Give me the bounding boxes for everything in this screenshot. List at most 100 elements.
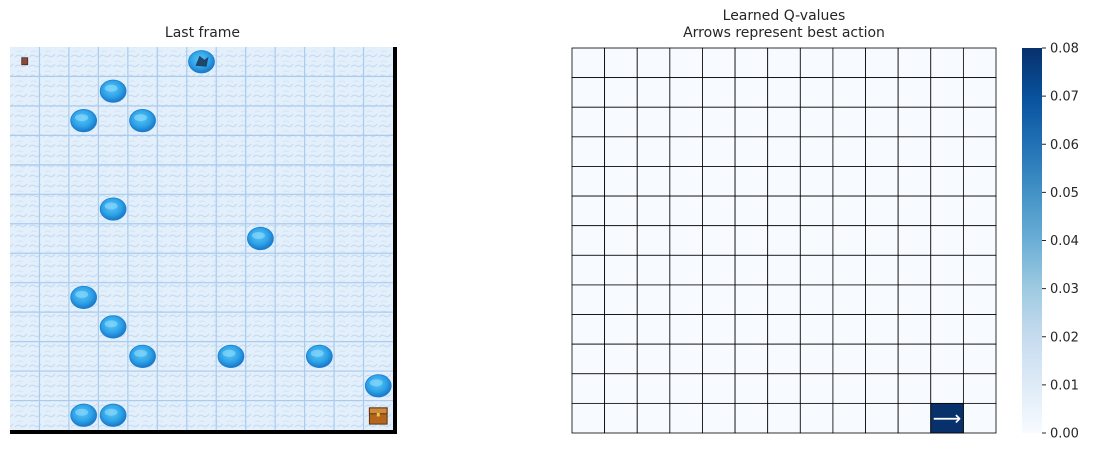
- heatmap-cell: [734, 254, 769, 286]
- heatmap-cell: [962, 343, 997, 375]
- hole-highlight: [251, 231, 265, 240]
- heatmap-cell: [571, 373, 606, 404]
- colorbar-tick-label: 0.06: [1050, 138, 1079, 153]
- heatmap-cell: [897, 136, 932, 167]
- heatmap-cell: [897, 373, 932, 404]
- heatmap-cell: [636, 136, 671, 167]
- heatmap-cell: [865, 195, 899, 227]
- heatmap-cell: [962, 254, 997, 286]
- heatmap-cell: [767, 314, 801, 345]
- heatmap-cell: [865, 47, 899, 79]
- colorbar-tick-label: 0.01: [1050, 378, 1079, 393]
- hole-highlight: [222, 349, 236, 357]
- heatmap-cell: [865, 373, 899, 404]
- heatmap-cell: [571, 47, 606, 79]
- heatmap-cell: [767, 77, 801, 108]
- heatmap-cell: [767, 166, 801, 197]
- heatmap-cell: [604, 77, 638, 108]
- heatmap-cell: [962, 195, 997, 227]
- heatmap-cell: [604, 402, 638, 434]
- heatmap-cell: [604, 284, 638, 315]
- heatmap-cell: [669, 225, 703, 256]
- heatmap-cell: [604, 373, 638, 404]
- start-marker-icon: [21, 57, 29, 66]
- colorbar-tick-label: 0.02: [1050, 330, 1079, 345]
- heatmap-cell: [930, 195, 964, 227]
- heatmap-cell: [669, 314, 703, 345]
- hole-highlight: [75, 408, 89, 416]
- hole-highlight: [75, 290, 89, 298]
- heatmap-cell: [930, 106, 964, 138]
- heatmap-cell: [799, 166, 834, 197]
- q-value-heatmap: ⟶: [571, 47, 997, 434]
- heatmap-cell: [767, 254, 801, 286]
- heatmap-cell: [571, 106, 606, 138]
- hole-highlight: [104, 202, 118, 210]
- colorbar-tick-label: 0.04: [1050, 234, 1079, 249]
- hole-highlight: [75, 114, 89, 122]
- heatmap-cell: [799, 195, 834, 227]
- heatmap-cell: [734, 77, 769, 108]
- heatmap-cell: [604, 343, 638, 375]
- heatmap-cell: [734, 343, 769, 375]
- heatmap-cell: [571, 254, 606, 286]
- heatmap-cell: [636, 343, 671, 375]
- hole-highlight: [104, 84, 118, 92]
- heatmap-cell: [865, 343, 899, 375]
- figure-canvas: ⟶ 0.00 0.01 0.02 0.03 0.04 0.05 0.06 0.07 0.08: [10, 42, 1079, 442]
- heatmap-cell: [832, 166, 866, 197]
- heatmap-cell: [865, 254, 899, 286]
- heatmap-cell: [930, 343, 964, 375]
- ice-background: [10, 47, 393, 430]
- heatmap-cell: [669, 77, 703, 108]
- heatmap-cell: [734, 166, 769, 197]
- heatmap-cell: [702, 195, 736, 227]
- heatmap-cell: [636, 254, 671, 286]
- heatmap-cell: [799, 136, 834, 167]
- heatmap-cell: [865, 284, 899, 315]
- heatmap-cell: [832, 254, 866, 286]
- heatmap-cell: [767, 47, 801, 79]
- heatmap-cell: [734, 225, 769, 256]
- colorbar-tick-label: 0.00: [1050, 427, 1079, 442]
- heatmap-cell: [767, 284, 801, 315]
- heatmap-cell: [832, 225, 866, 256]
- heatmap-cell: [832, 373, 866, 404]
- heatmap-cell: [702, 343, 736, 375]
- hole-highlight: [134, 349, 148, 357]
- heatmap-cell: [636, 225, 671, 256]
- heatmap-cell: [702, 136, 736, 167]
- heatmap-cell: [930, 77, 964, 108]
- heatmap-cell: [702, 106, 736, 138]
- heatmap-cell: [734, 47, 769, 79]
- heatmap-cell: [734, 402, 769, 434]
- heatmap-cell: [702, 373, 736, 404]
- colorbar-tick-label: 0.08: [1050, 42, 1079, 57]
- heatmap-cell: [930, 225, 964, 256]
- frame-border-right: [393, 47, 397, 434]
- colorbar-gradient: [1022, 48, 1042, 433]
- heatmap-cell: [865, 106, 899, 138]
- heatmap-cell: [767, 195, 801, 227]
- heatmap-cell: [669, 373, 703, 404]
- heatmap-cell: [702, 284, 736, 315]
- heatmap-cell: [930, 373, 964, 404]
- heatmap-cell: [734, 284, 769, 315]
- heatmap-cell: [604, 106, 638, 138]
- heatmap-cell: [571, 77, 606, 108]
- heatmap-cell: [897, 106, 932, 138]
- heatmap-cell: [571, 284, 606, 315]
- heatmap-cell: [571, 225, 606, 256]
- heatmap-cell: [734, 195, 769, 227]
- colorbar-tick-label: 0.07: [1050, 90, 1079, 105]
- best-action-arrow: ⟶: [933, 406, 962, 430]
- heatmap-cell: [897, 47, 932, 79]
- heatmap-cell: [767, 343, 801, 375]
- heatmap-cell: [962, 314, 997, 345]
- heatmap-cell: [865, 225, 899, 256]
- heatmap-cell: [571, 402, 606, 434]
- heatmap-cell: [962, 402, 997, 434]
- colorbar-tick-label: 0.03: [1050, 282, 1079, 297]
- heatmap-cell: [962, 106, 997, 138]
- heatmap-cell: [669, 106, 703, 138]
